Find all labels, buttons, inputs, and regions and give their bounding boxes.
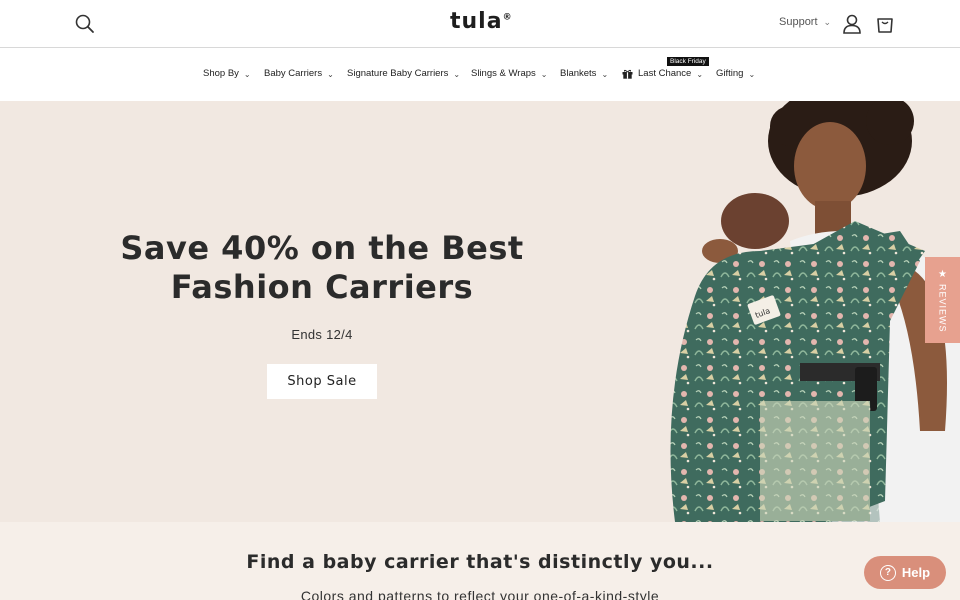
site-logo[interactable]: tula® [450, 9, 513, 34]
chevron-down-icon: ⌄ [327, 70, 334, 79]
chevron-down-icon: ⌄ [823, 16, 832, 27]
carrier-intro-section: Find a baby carrier that's distinctly yo… [0, 522, 960, 600]
star-icon: ★ [938, 269, 947, 280]
hero-title: Save 40% on the Best Fashion Carriers [120, 229, 524, 306]
chevron-down-icon: ⌄ [453, 70, 461, 79]
nav-item-label: Last Chance [638, 68, 692, 79]
site-header: tula® Support ⌄ [0, 0, 960, 48]
nav-item-label: Shop By [203, 68, 239, 79]
support-label: Support [779, 16, 818, 28]
logo-registered-mark: ® [502, 12, 513, 23]
help-icon: ? [879, 564, 896, 581]
nav-item-label: Gifting [716, 68, 744, 79]
search-icon[interactable] [74, 13, 96, 35]
help-button[interactable]: ? Help [864, 556, 946, 589]
nav-item-blankets[interactable]: Blankets ⌄ [560, 68, 608, 79]
chevron-down-icon: ⌄ [748, 70, 756, 79]
nav-item-label: Baby Carriers [264, 68, 323, 79]
logo-text: tula [450, 9, 503, 34]
main-navigation: Shop By ⌄ Baby Carriers ⌄ Signature Baby C… [0, 49, 960, 101]
section-title: Find a baby carrier that's distinctly yo… [246, 551, 714, 573]
nav-item-baby-carriers[interactable]: Baby Carriers ⌄ [264, 68, 334, 79]
nav-item-signature-baby-carriers[interactable]: Signature Baby Carriers ⌄ [347, 68, 460, 79]
help-label: Help [901, 565, 931, 580]
nav-item-label: Slings & Wraps [471, 68, 536, 79]
chevron-down-icon: ⌄ [696, 70, 704, 79]
reviews-tab[interactable]: ★ REVIEWS [925, 257, 960, 343]
nav-item-slings-wraps[interactable]: Slings & Wraps ⌄ [471, 68, 547, 79]
support-menu[interactable]: Support ⌄ [779, 16, 831, 28]
account-icon[interactable] [842, 13, 862, 35]
chevron-down-icon: ⌄ [243, 70, 251, 79]
cart-icon[interactable] [875, 13, 895, 35]
nav-item-gifting[interactable]: Gifting ⌄ [716, 68, 755, 79]
hero-image: tula [640, 101, 960, 522]
hero-banner: Save 40% on the Best Fashion Carriers En… [0, 101, 960, 522]
nav-item-last-chance[interactable]: Last Chance ⌄ [622, 68, 703, 79]
nav-item-shop-by[interactable]: Shop By ⌄ [203, 68, 251, 79]
chevron-down-icon: ⌄ [601, 70, 609, 79]
section-subtitle: Colors and patterns to reflect your one-… [300, 588, 660, 600]
reviews-tab-label: REVIEWS [937, 284, 948, 333]
nav-item-label: Blankets [560, 68, 597, 79]
shop-sale-button[interactable]: Shop Sale [267, 364, 377, 399]
chevron-down-icon: ⌄ [540, 70, 548, 79]
nav-item-label: Signature Baby Carriers [347, 68, 449, 79]
black-friday-badge: Black Friday [667, 57, 709, 66]
hero-subtitle: Ends 12/4 [291, 327, 353, 342]
gift-icon [622, 69, 633, 79]
